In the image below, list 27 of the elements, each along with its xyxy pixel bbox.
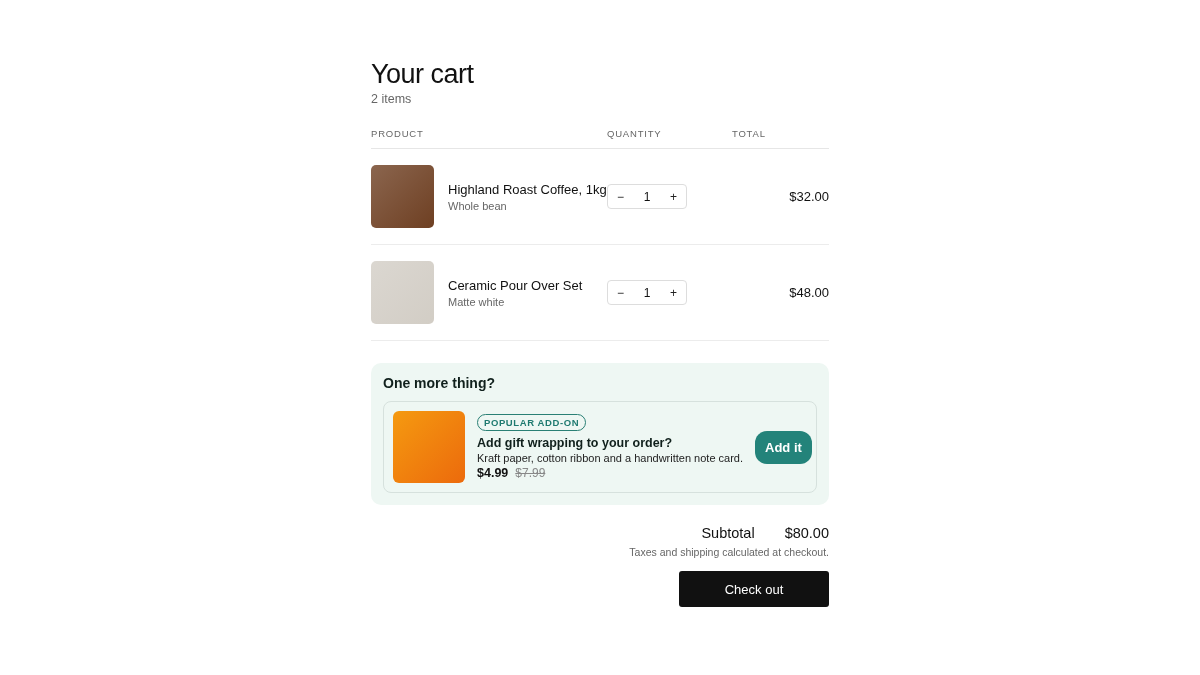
product-variant: Whole bean [448,199,508,212]
increase-button[interactable]: + [665,285,682,300]
column-header: QUANTITY [607,128,663,139]
product-name: Highland Roast Coffee, 1kg [448,181,607,197]
add-button[interactable]: Add it [755,430,812,464]
checkout-button[interactable]: Check out [679,571,829,607]
line-total: $32.00 [788,189,829,204]
quantity-value: 1 [643,285,651,300]
page-title: Your cart [371,58,475,90]
item-count: 2 items [371,92,413,106]
subtotal-label: Subtotal [701,525,755,541]
upsell-heading: One more thing? [383,375,496,391]
offer-price: $4.99 [477,466,509,480]
column-header: TOTAL [732,128,767,139]
column-header: PRODUCT [371,128,425,139]
checkout-note: Taxes and shipping calculated at checkout. [629,546,829,558]
product-name: Ceramic Pour Over Set [448,277,583,293]
quantity-value: 1 [643,189,651,204]
original-price: $7.99 [515,466,546,480]
product-variant: Matte white [448,295,506,308]
decrease-button[interactable]: − [612,285,629,300]
subtotal-value: $80.00 [784,525,829,541]
decrease-button[interactable]: − [612,189,629,204]
line-total: $48.00 [788,285,829,300]
offer-description: Kraft paper, cotton ribbon and a handwritten note card. [477,452,743,464]
offer-title: Add gift wrapping to your order? [477,436,673,450]
increase-button[interactable]: + [665,189,682,204]
